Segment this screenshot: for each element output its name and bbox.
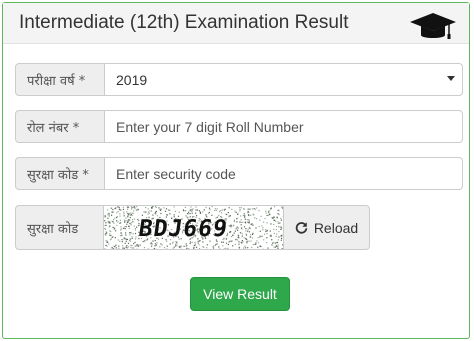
refresh-icon [295, 222, 308, 234]
reload-button[interactable]: Reload [283, 205, 370, 250]
captcha-group: सुरक्षा कोड BDJ669 Reload [15, 205, 370, 250]
roll-number-placeholder: Enter your 7 digit Roll Number [116, 118, 304, 135]
security-code-input[interactable]: Enter security code [105, 157, 463, 190]
year-selected-value: 2019 [116, 71, 148, 88]
year-group: परीक्षा वर्ष * 2019 [15, 63, 463, 96]
security-code-placeholder: Enter security code [116, 165, 236, 182]
captcha-image: BDJ669 [104, 205, 283, 250]
year-select[interactable]: 2019 [105, 63, 463, 96]
view-result-button[interactable]: View Result [190, 277, 290, 311]
roll-label: रोल नंबर * [15, 110, 105, 143]
captcha-label: सुरक्षा कोड [15, 205, 104, 250]
chevron-down-icon [447, 76, 455, 81]
captcha-code: BDJ669 [137, 216, 230, 242]
captcha-code-text: BDJ669 [137, 216, 230, 242]
page-title: Intermediate (12th) Examination Result [19, 12, 349, 33]
security-group: सुरक्षा कोड * Enter security code [15, 157, 463, 190]
graduation-cap-icon [410, 13, 456, 39]
panel-heading: Intermediate (12th) Examination Result [3, 3, 469, 44]
reload-label: Reload [313, 219, 359, 236]
roll-group: रोल नंबर * Enter your 7 digit Roll Numbe… [15, 110, 463, 143]
year-label: परीक्षा वर्ष * [15, 63, 105, 96]
roll-number-input[interactable]: Enter your 7 digit Roll Number [105, 110, 463, 143]
security-label: सुरक्षा कोड * [15, 157, 105, 190]
